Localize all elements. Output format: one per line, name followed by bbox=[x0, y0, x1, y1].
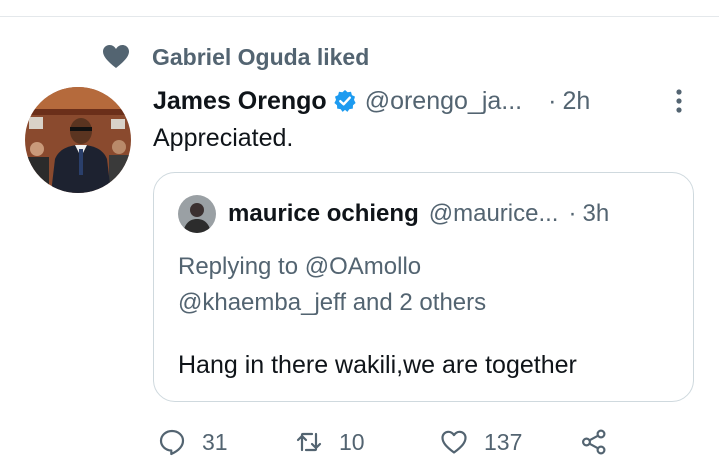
author-name[interactable]: James Orengo bbox=[153, 87, 327, 116]
replying-to-user-link-2[interactable]: @khaemba_jeff bbox=[178, 289, 346, 316]
share-icon bbox=[581, 429, 606, 455]
heart-icon bbox=[103, 45, 129, 68]
top-divider bbox=[0, 16, 719, 17]
quote-avatar-image bbox=[178, 195, 216, 233]
verified-badge-icon bbox=[334, 90, 356, 112]
retweet-count: 10 bbox=[339, 428, 365, 455]
tweet-header: James Orengo @orengo_ja... · 2h bbox=[153, 84, 683, 118]
action-bar: 31 10 137 bbox=[158, 424, 638, 460]
reply-button[interactable]: 31 bbox=[158, 424, 228, 460]
retweet-icon bbox=[296, 432, 322, 452]
avatar[interactable] bbox=[25, 87, 131, 193]
tweet-timestamp[interactable]: 2h bbox=[562, 87, 590, 116]
replying-to-user-link[interactable]: @OAmollo bbox=[305, 253, 421, 280]
quote-author-name[interactable]: maurice ochieng bbox=[228, 200, 419, 228]
quote-header: maurice ochieng @maurice... · 3h bbox=[228, 197, 609, 231]
author-handle[interactable]: @orengo_ja... bbox=[365, 87, 522, 116]
avatar-image bbox=[25, 87, 131, 193]
quote-separator-dot: · bbox=[568, 200, 577, 227]
reply-icon bbox=[159, 429, 185, 456]
replying-to-label: Replying to bbox=[178, 253, 305, 280]
quote-timestamp[interactable]: 3h bbox=[582, 200, 609, 228]
retweet-button[interactable]: 10 bbox=[295, 424, 365, 460]
replying-to-line-2: @khaemba_jeff and 2 others bbox=[178, 289, 486, 317]
replying-to-others[interactable]: and 2 others bbox=[346, 289, 486, 316]
quote-avatar[interactable] bbox=[178, 195, 216, 233]
replying-to-line: Replying to @OAmollo bbox=[178, 253, 421, 281]
separator-dot: · bbox=[548, 86, 557, 115]
quoted-tweet[interactable]: maurice ochieng @maurice... · 3h Replyin… bbox=[153, 172, 694, 402]
social-context-text: Gabriel Oguda liked bbox=[152, 43, 370, 70]
quote-text: Hang in there wakili,we are together bbox=[178, 351, 577, 379]
tweet-text: Appreciated. bbox=[153, 124, 294, 152]
social-context[interactable]: Gabriel Oguda liked bbox=[103, 42, 369, 72]
share-button[interactable] bbox=[580, 424, 608, 460]
quote-author-handle[interactable]: @maurice... bbox=[429, 200, 559, 228]
like-icon bbox=[441, 430, 467, 454]
reply-count: 31 bbox=[202, 428, 228, 455]
like-button[interactable]: 137 bbox=[440, 424, 522, 460]
more-options-icon[interactable] bbox=[672, 88, 686, 114]
like-count: 137 bbox=[484, 428, 523, 455]
